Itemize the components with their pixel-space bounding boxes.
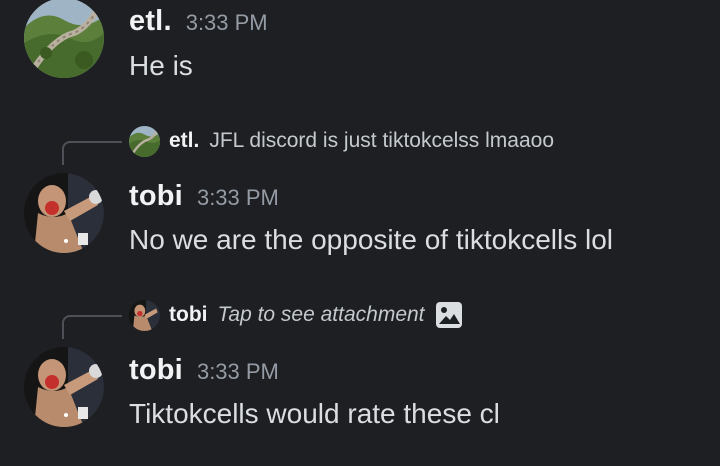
avatar-etl[interactable] xyxy=(24,0,104,78)
message-text: Tiktokcells would rate these cl xyxy=(129,398,500,429)
boxer-avatar-icon xyxy=(24,173,104,253)
boxer-avatar-icon xyxy=(129,299,160,331)
image-icon xyxy=(435,301,463,329)
message-text: No we are the opposite of tiktokcells lo… xyxy=(129,224,614,255)
reply-author: tobi xyxy=(169,303,208,326)
great-wall-avatar-icon xyxy=(24,0,104,78)
reply-connector xyxy=(62,315,122,339)
message-header: tobi 3:33 PM xyxy=(129,180,279,213)
timestamp: 3:33 PM xyxy=(185,10,268,35)
reply-author: etl. xyxy=(169,129,200,152)
reply-preview[interactable]: tobi Tap to see attachment xyxy=(129,299,463,331)
reply-avatar-tobi xyxy=(129,299,160,331)
avatar-tobi[interactable] xyxy=(24,347,104,427)
reply-avatar-etl xyxy=(129,125,160,157)
message-text: He is xyxy=(129,50,193,81)
reply-text: Tap to see attachment xyxy=(217,303,425,326)
boxer-avatar-icon xyxy=(24,347,104,427)
reply-connector xyxy=(62,141,122,165)
message-header: tobi 3:33 PM xyxy=(129,354,279,387)
message-header: etl. 3:33 PM xyxy=(129,5,268,38)
reply-text: JFL discord is just tiktokcelss lmaaoo xyxy=(209,129,555,152)
avatar-tobi[interactable] xyxy=(24,173,104,253)
username[interactable]: etl. xyxy=(129,5,172,38)
timestamp: 3:33 PM xyxy=(196,359,279,384)
chat-view: etl. 3:33 PM He is etl. JFL discord is j… xyxy=(0,0,720,466)
great-wall-avatar-icon xyxy=(129,125,160,157)
reply-preview[interactable]: etl. JFL discord is just tiktokcelss lma… xyxy=(129,125,554,157)
timestamp: 3:33 PM xyxy=(196,185,279,210)
username[interactable]: tobi xyxy=(129,180,183,213)
username[interactable]: tobi xyxy=(129,354,183,387)
